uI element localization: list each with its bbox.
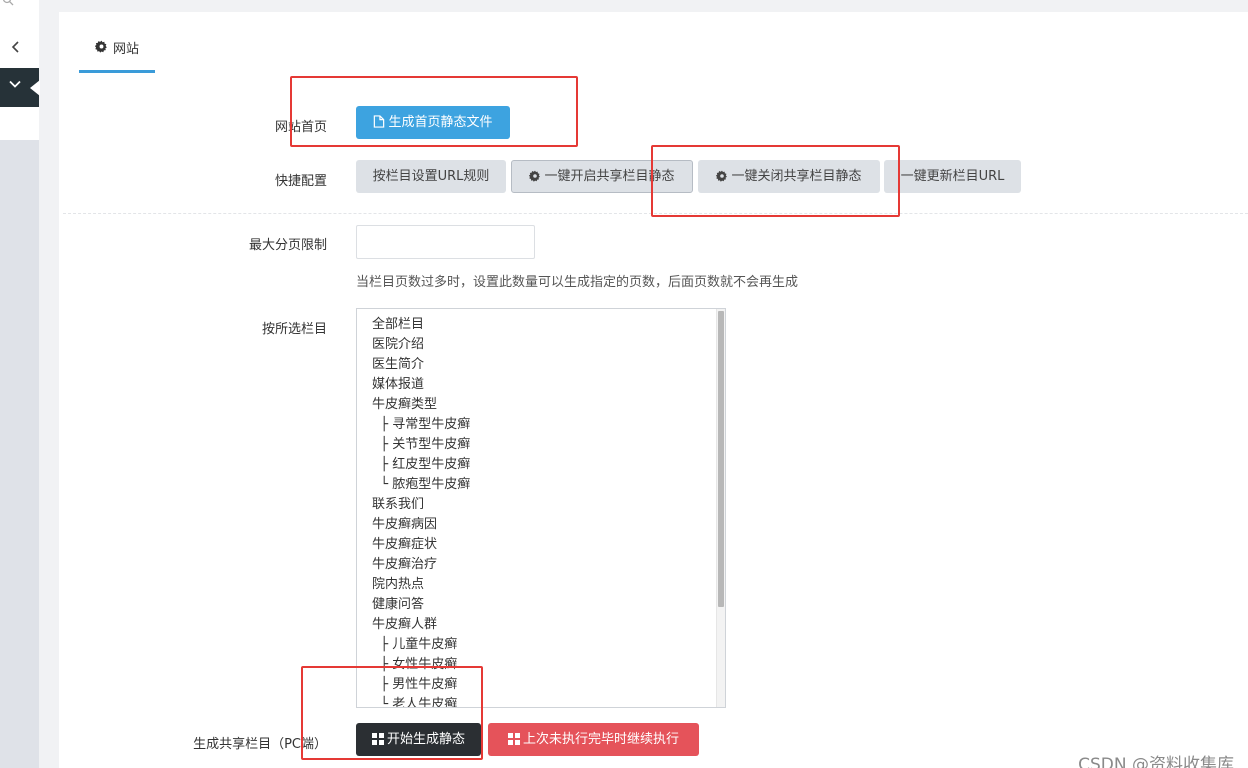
resume-generate-button[interactable]: 上次未执行完毕时继续执行	[488, 723, 699, 756]
max-pages-hint: 当栏目页数过多时，设置此数量可以生成指定的页数，后面页数就不会再生成	[356, 275, 799, 290]
column-option[interactable]: ├ 关节型牛皮癣	[372, 435, 725, 455]
search-icon[interactable]	[2, 0, 16, 8]
columns-label: 按所选栏目	[261, 322, 327, 337]
column-option[interactable]: 牛皮癣治疗	[372, 555, 725, 575]
main-panel: 网站 网站首页 生成首页静态文件 快捷配置 按栏目设置URL规则 一键开启共享栏…	[59, 12, 1248, 768]
start-generate-button[interactable]: 开始生成静态	[356, 723, 481, 756]
column-option[interactable]: ├ 女性牛皮癣	[372, 655, 725, 675]
sidebar-active-item[interactable]	[0, 68, 40, 107]
scrollbar[interactable]	[716, 309, 725, 707]
column-option[interactable]: 牛皮癣症状	[372, 535, 725, 555]
column-option[interactable]: 媒体报道	[372, 375, 725, 395]
gear-icon	[529, 170, 541, 182]
start-generate-label: 开始生成静态	[386, 732, 465, 747]
column-multiselect[interactable]: 全部栏目 医院介绍 医生简介 媒体报道 牛皮癣类型 ├ 寻常型牛皮癣 ├ 关节型牛皮癣 …	[356, 308, 726, 708]
column-option[interactable]: ├ 男性牛皮癣	[372, 675, 725, 695]
column-option[interactable]: 院内热点	[372, 575, 725, 595]
generate-shared-label: 生成共享栏目（PC端）	[193, 737, 327, 752]
tab-label: 网站	[113, 42, 140, 57]
column-option[interactable]: 医院介绍	[372, 335, 725, 355]
enable-shared-static-button[interactable]: 一键开启共享栏目静态	[511, 160, 693, 193]
column-option[interactable]: ├ 红皮型牛皮癣	[372, 455, 725, 475]
grid-icon	[371, 733, 384, 745]
column-option[interactable]: └ 老人牛皮癣	[372, 695, 725, 707]
url-rule-button[interactable]: 按栏目设置URL规则	[356, 160, 506, 193]
enable-shared-static-label: 一键开启共享栏目静态	[544, 169, 675, 184]
generate-homepage-button[interactable]: 生成首页静态文件	[356, 106, 510, 139]
column-option[interactable]: 牛皮癣病因	[372, 515, 725, 535]
max-pages-input[interactable]	[356, 225, 535, 259]
column-list: 全部栏目 医院介绍 医生简介 媒体报道 牛皮癣类型 ├ 寻常型牛皮癣 ├ 关节型牛皮癣 …	[357, 309, 725, 707]
grid-icon	[507, 733, 520, 745]
chevron-down-icon	[9, 80, 21, 88]
resume-generate-label: 上次未执行完毕时继续执行	[522, 732, 679, 747]
column-option[interactable]: 牛皮癣类型	[372, 395, 725, 415]
gear-icon	[95, 40, 107, 53]
tab-active-underline	[79, 70, 155, 73]
column-option[interactable]: 联系我们	[372, 495, 725, 515]
top-strip	[39, 0, 1248, 12]
quick-config-label: 快捷配置	[274, 174, 327, 189]
chevron-left-icon[interactable]	[7, 38, 25, 58]
active-indicator	[30, 80, 40, 96]
url-rule-label: 按栏目设置URL规则	[372, 169, 490, 184]
tab-website[interactable]: 网站	[79, 36, 155, 74]
column-option[interactable]: 健康问答	[372, 595, 725, 615]
column-option[interactable]: 牛皮癣人群	[372, 615, 725, 635]
column-option[interactable]: ├ 儿童牛皮癣	[372, 635, 725, 655]
column-option[interactable]: └ 脓疱型牛皮癣	[372, 475, 725, 495]
disable-shared-static-button[interactable]: 一键关闭共享栏目静态	[698, 160, 880, 193]
max-pages-label: 最大分页限制	[248, 238, 327, 253]
column-option[interactable]: 医生简介	[372, 355, 725, 375]
disable-shared-static-label: 一键关闭共享栏目静态	[731, 169, 862, 184]
column-option[interactable]: ├ 寻常型牛皮癣	[372, 415, 725, 435]
homepage-label: 网站首页	[274, 120, 327, 135]
update-url-label: 一键更新栏目URL	[900, 169, 1005, 184]
file-icon	[374, 115, 385, 128]
generate-homepage-label: 生成首页静态文件	[388, 115, 493, 130]
watermark: CSDN @资料收集库	[1078, 755, 1234, 768]
gear-icon	[716, 170, 728, 182]
scrollbar-thumb[interactable]	[718, 311, 724, 607]
section-divider	[63, 213, 1248, 214]
column-option[interactable]: 全部栏目	[372, 315, 725, 335]
sidebar	[0, 0, 40, 768]
update-url-button[interactable]: 一键更新栏目URL	[884, 160, 1021, 193]
